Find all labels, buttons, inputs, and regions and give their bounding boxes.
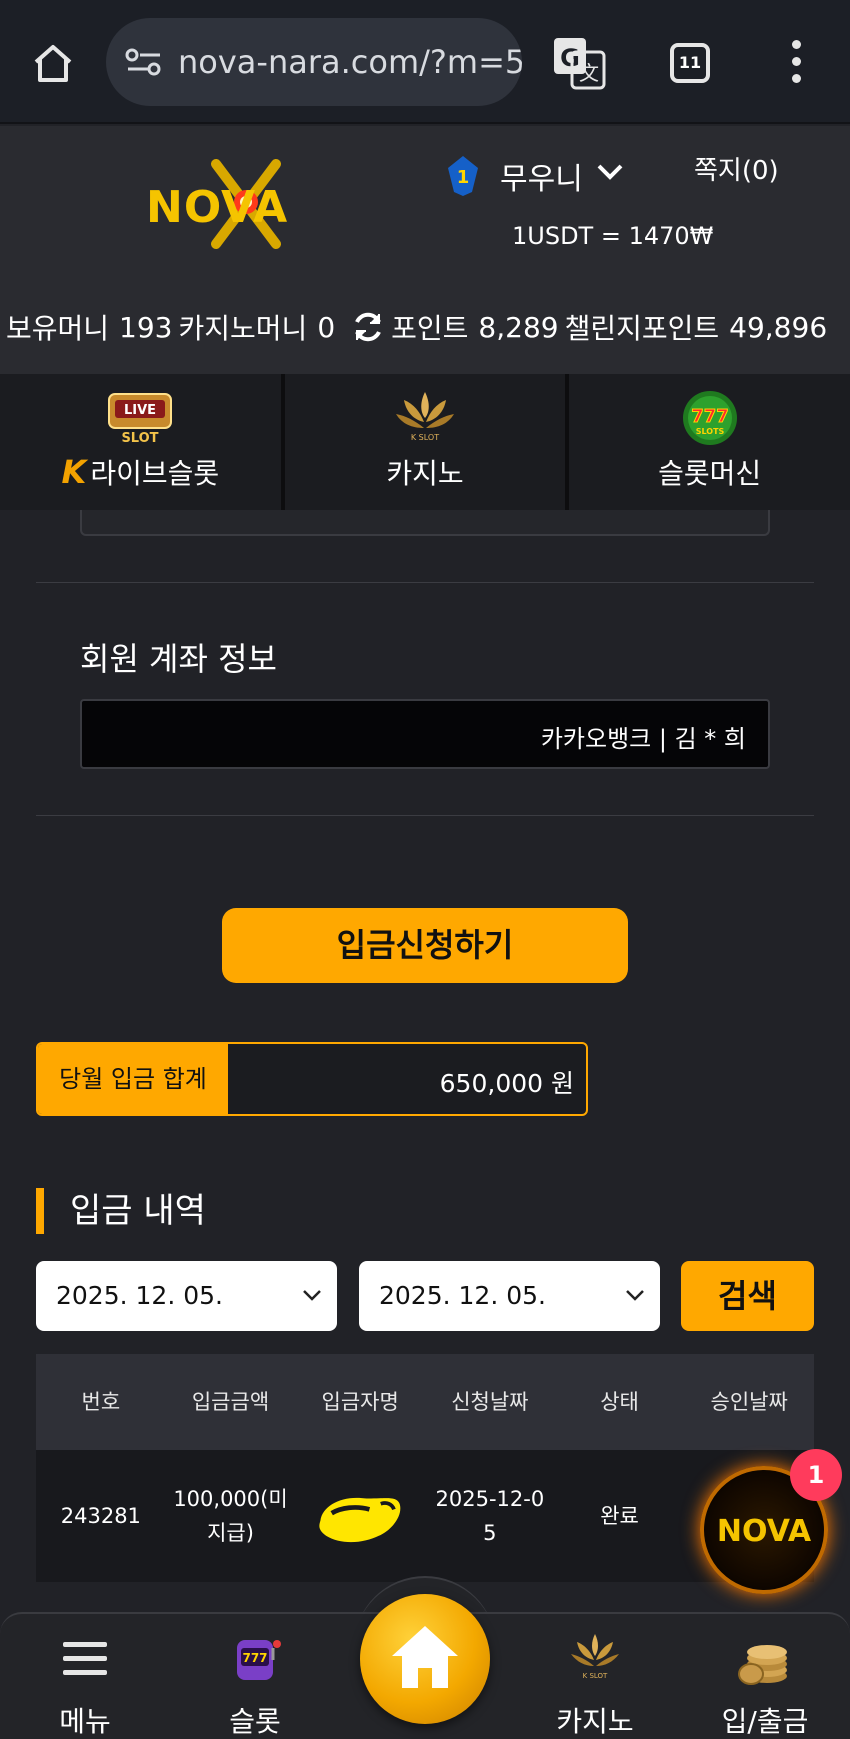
address-bar[interactable]: nova-nara.com/?m=5	[106, 18, 522, 106]
svg-text:G: G	[560, 44, 580, 72]
svg-text:LIVE: LIVE	[124, 403, 156, 418]
column-header: 번호	[81, 1390, 121, 1414]
deposit-request-button[interactable]: 입금신청하기	[222, 908, 628, 983]
home-icon[interactable]	[30, 40, 76, 86]
more-menu-icon[interactable]	[786, 40, 806, 86]
chevron-down-icon	[303, 1290, 321, 1301]
site-header: NOVA 1 무우니 쪽지(0) 1USDT = 1470₩ 보유머니 193 …	[0, 126, 850, 374]
category-casino[interactable]: K SLOT 카지노	[285, 374, 570, 510]
casino-money-label: 카지노머니	[178, 312, 308, 345]
column-header: 상태	[600, 1390, 639, 1414]
category-slot-machine[interactable]: 777 SLOTS 슬롯머신	[569, 374, 850, 510]
start-date-value: 2025. 12. 05.	[56, 1281, 223, 1310]
category-live-slot[interactable]: LIVE SLOT K 라이브슬롯	[0, 374, 285, 510]
svg-text:K SLOT: K SLOT	[583, 1672, 608, 1680]
casino-money-value: 0	[317, 310, 336, 344]
chevron-down-icon	[626, 1290, 644, 1301]
svg-text:777: 777	[691, 406, 729, 427]
balance-row: 보유머니 193 카지노머니 0 포인트 8,289 챌린지포인트 49,896	[0, 302, 850, 352]
account-info-title: 회원 계좌 정보	[80, 640, 277, 678]
redaction-scribble-icon	[319, 1497, 401, 1543]
column-header: 승인날짜	[710, 1390, 788, 1414]
home-icon	[392, 1626, 458, 1688]
hamburger-icon	[63, 1642, 107, 1675]
svg-text:777: 777	[242, 1651, 267, 1665]
divider	[36, 815, 814, 816]
cell-amount: 100,000(미지급)	[166, 1450, 296, 1582]
live-slot-icon: LIVE SLOT	[108, 393, 173, 446]
point-value: 8,289	[478, 310, 559, 344]
divider	[36, 582, 814, 583]
cell-status: 완료	[600, 1504, 639, 1528]
chevron-down-icon[interactable]	[596, 162, 624, 182]
point-label: 포인트	[391, 312, 469, 345]
url-text[interactable]: nova-nara.com/?m=5	[178, 43, 522, 81]
translate-icon[interactable]: G 文	[552, 36, 606, 90]
search-button[interactable]: 검색	[681, 1261, 814, 1331]
category-label: 슬롯머신	[658, 457, 762, 490]
account-info-value: 카카오뱅크 | 김 * 희	[540, 725, 746, 753]
previous-field-box	[80, 510, 770, 536]
nav-label: 슬롯	[229, 1705, 281, 1738]
svg-text:K SLOT: K SLOT	[411, 433, 439, 442]
svg-text:文: 文	[579, 61, 599, 85]
tab-switcher-button[interactable]: 11	[670, 43, 710, 83]
holding-money-value: 193	[119, 310, 173, 344]
holding-money-label: 보유머니	[6, 312, 110, 345]
coins-icon	[738, 1645, 787, 1685]
column-header: 입금자명	[321, 1390, 399, 1414]
nav-label: 메뉴	[59, 1705, 111, 1738]
cell-request-date: 2025-12-05	[425, 1450, 555, 1582]
column-header: 신청날짜	[451, 1390, 529, 1414]
category-label: 라이브슬롯	[90, 457, 220, 490]
nav-slot[interactable]: 777 슬롯	[190, 1614, 320, 1739]
k-slot-icon: K SLOT	[396, 392, 454, 442]
cell-amount-text: 100,000(미지급)	[173, 1487, 288, 1545]
nova-logo[interactable]: NOVA	[146, 156, 318, 252]
fab-logo-text: NOVA	[716, 1514, 812, 1549]
challenge-point-value: 49,896	[729, 310, 828, 344]
k-slot-icon: K SLOT	[571, 1634, 619, 1680]
messages-link[interactable]: 쪽지(0)	[694, 150, 779, 187]
end-date-value: 2025. 12. 05.	[379, 1281, 546, 1310]
account-info-field: 카카오뱅크 | 김 * 희	[80, 699, 770, 769]
table-header: 번호 입금금액 입금자명 신청날짜 상태 승인날짜	[36, 1354, 814, 1450]
notification-badge: 1	[790, 1449, 842, 1501]
nav-menu[interactable]: 메뉴	[20, 1614, 150, 1739]
logo-text: NOVA	[146, 182, 289, 233]
svg-text:SLOT: SLOT	[122, 431, 159, 446]
svg-text:SLOTS: SLOTS	[695, 427, 724, 436]
browser-toolbar: nova-nara.com/?m=5 G 文 11	[0, 0, 850, 124]
monthly-deposit-total: 당월 입금 합계 650,000 원	[36, 1042, 588, 1116]
username[interactable]: 무우니	[500, 154, 583, 198]
k-brand-icon: K	[61, 453, 87, 491]
cell-request-date-text: 2025-12-05	[435, 1487, 545, 1545]
slot-machine-icon: 777	[237, 1640, 281, 1680]
nav-deposit-withdraw[interactable]: 입/출금	[700, 1614, 830, 1739]
exchange-rate: 1USDT = 1470₩	[512, 222, 714, 250]
nav-label: 입/출금	[721, 1705, 809, 1738]
cell-id: 243281	[60, 1504, 141, 1528]
table-row[interactable]: 243281 100,000(미지급) 2025-12-05 완료 2	[36, 1450, 814, 1582]
category-nav: LIVE SLOT K 라이브슬롯 K SLOT 카지노 777 SLOTS 슬롯…	[0, 374, 850, 510]
nav-label: 카지노	[556, 1705, 634, 1738]
nav-casino[interactable]: K SLOT 카지노	[530, 1614, 660, 1739]
site-settings-icon[interactable]	[124, 46, 164, 78]
deposit-history-title: 입금 내역	[36, 1188, 206, 1234]
level-badge-icon: 1	[448, 156, 478, 196]
deposit-history-table: 번호 입금금액 입금자명 신청날짜 상태 승인날짜 243281 100,000…	[36, 1354, 814, 1582]
monthly-total-value: 650,000 원	[439, 1069, 574, 1098]
monthly-total-label: 당월 입금 합계	[38, 1044, 228, 1114]
start-date-select[interactable]: 2025. 12. 05.	[36, 1261, 337, 1331]
challenge-point-label: 챌린지포인트	[564, 312, 720, 345]
home-button[interactable]	[360, 1594, 490, 1724]
refresh-icon[interactable]	[351, 310, 385, 344]
level-number: 1	[457, 167, 470, 188]
cell-depositor-name	[295, 1450, 425, 1582]
end-date-select[interactable]: 2025. 12. 05.	[359, 1261, 660, 1331]
column-header: 입금금액	[191, 1390, 270, 1414]
category-label: 카지노	[386, 457, 464, 490]
777-slots-icon: 777 SLOTS	[682, 391, 737, 445]
